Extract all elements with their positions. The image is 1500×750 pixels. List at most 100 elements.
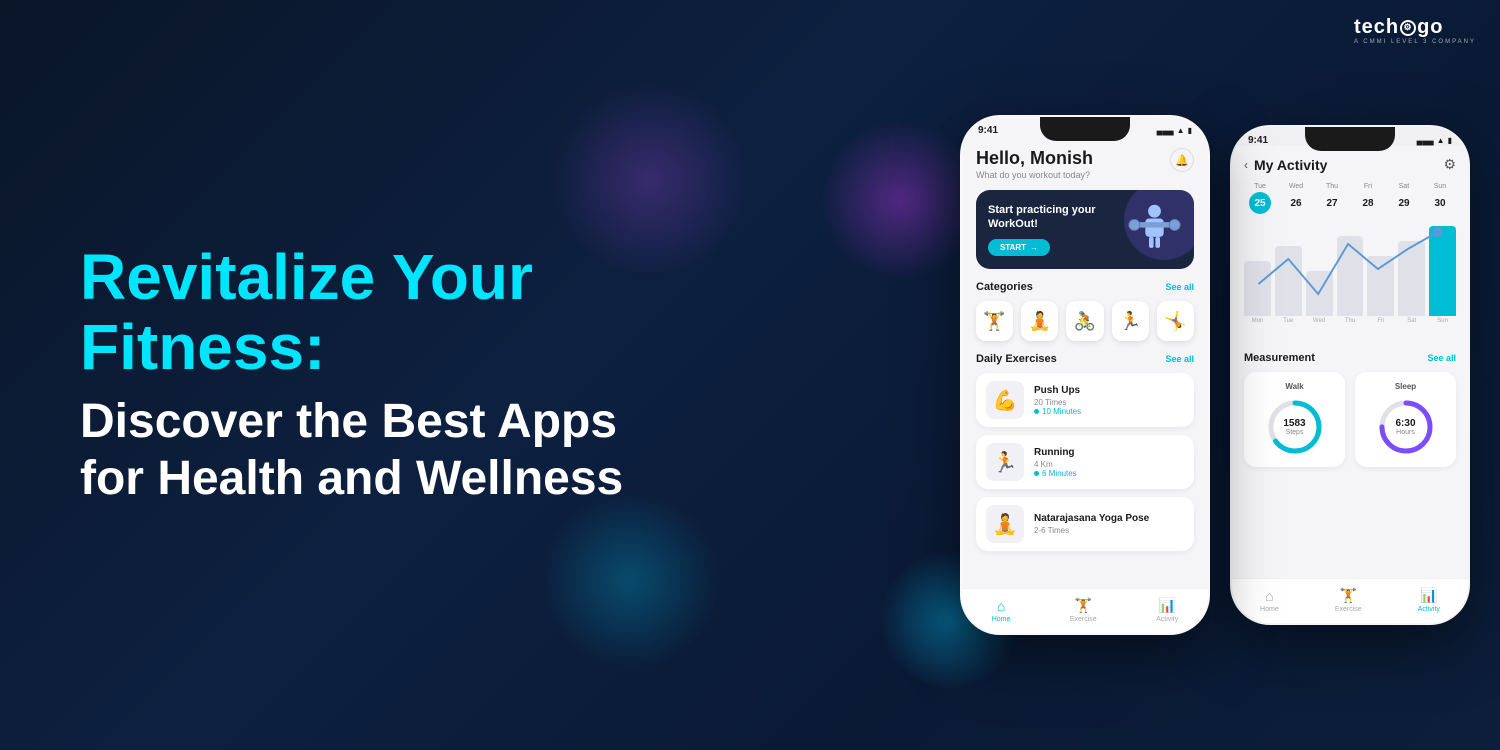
bar-mon-label: Mon xyxy=(1252,318,1264,324)
exercise-item-yoga[interactable]: 🧘 Natarajasana Yoga Pose 2-6 Times xyxy=(976,497,1194,551)
cal-day-sun[interactable]: Sun 30 xyxy=(1424,183,1456,214)
category-item-4[interactable]: 🏃 xyxy=(1112,301,1149,341)
banner-text: Start practicing your WorkOut! START → xyxy=(988,203,1119,257)
wifi-icon-2: ▲ xyxy=(1437,136,1445,145)
nav2-home[interactable]: ⌂ Home xyxy=(1260,588,1279,613)
walk-label: Walk xyxy=(1285,382,1303,391)
measurement-cards: Walk 1583 Steps xyxy=(1244,372,1456,467)
categories-title: Categories xyxy=(976,281,1033,293)
category-item-2[interactable]: 🧘 xyxy=(1021,301,1058,341)
home-icon: ⌂ xyxy=(997,598,1005,614)
sleep-label: Sleep xyxy=(1395,382,1416,391)
bar-fri-fill xyxy=(1367,256,1394,316)
nav2-exercise[interactable]: 🏋 Exercise xyxy=(1335,587,1362,613)
nav-home[interactable]: ⌂ Home xyxy=(992,598,1011,623)
exercise-info-yoga: Natarajasana Yoga Pose 2-6 Times xyxy=(1034,513,1184,535)
cal-day-name-thu: Thu xyxy=(1326,183,1338,190)
status-time-2: 9:41 xyxy=(1248,135,1268,146)
bar-thu-fill xyxy=(1337,236,1364,316)
cal-day-num-wed: 26 xyxy=(1285,192,1307,214)
settings-icon[interactable]: ⚙ xyxy=(1443,156,1456,173)
exercise-name-running: Running xyxy=(1034,447,1184,458)
status-icons-1: ▄▄▄ ▲ ▮ xyxy=(1157,126,1192,135)
categories-see-all[interactable]: See all xyxy=(1165,282,1194,292)
greeting-sub: What do you workout today? xyxy=(976,170,1093,180)
categories-header: Categories See all xyxy=(976,281,1194,293)
phone-1: 9:41 ▄▄▄ ▲ ▮ Hello, Monish What do you w… xyxy=(960,115,1210,635)
nav-home-label: Home xyxy=(992,616,1011,623)
bar-sat: Sat xyxy=(1398,224,1425,324)
cal-day-fri[interactable]: Fri 28 xyxy=(1352,183,1384,214)
exercises-header: Daily Exercises See all xyxy=(976,353,1194,365)
cal-day-sat[interactable]: Sat 29 xyxy=(1388,183,1420,214)
cal-day-name-sun: Sun xyxy=(1434,183,1446,190)
categories-row: 🏋️ 🧘 🚴 🏃 🤸 xyxy=(976,301,1194,341)
phone-1-header: Hello, Monish What do you workout today?… xyxy=(976,148,1194,180)
status-time-1: 9:41 xyxy=(978,125,998,136)
bar-mon-fill xyxy=(1244,261,1271,316)
category-item-3[interactable]: 🚴 xyxy=(1066,301,1103,341)
cal-day-name-sat: Sat xyxy=(1399,183,1410,190)
measurement-section: Measurement See all Walk 1583 xyxy=(1244,352,1456,467)
calendar-row: Tue 25 Wed 26 Thu 27 Fri 28 Sat 29 xyxy=(1244,183,1456,214)
nav2-exercise-label: Exercise xyxy=(1335,606,1362,613)
bar-tue-label: Tue xyxy=(1283,318,1293,324)
exercise-name-yoga: Natarajasana Yoga Pose xyxy=(1034,513,1184,524)
chart-bars: Mon Tue Wed Thu xyxy=(1244,224,1456,324)
phone-1-bottom-nav: ⌂ Home 🏋 Exercise 📊 Activity xyxy=(962,588,1208,633)
bar-thu-label: Thu xyxy=(1345,318,1355,324)
wifi-icon: ▲ xyxy=(1177,126,1185,135)
exercise-item-running[interactable]: 🏃 Running 4 Km 6 Minutes xyxy=(976,435,1194,489)
bg-decoration-2 xyxy=(540,490,720,670)
phone-2-content: ‹ My Activity ⚙ Tue 25 Wed 26 Thu 27 xyxy=(1232,146,1468,614)
nav2-activity-label: Activity xyxy=(1418,606,1440,613)
category-item-5[interactable]: 🤸 xyxy=(1157,301,1194,341)
nav-activity[interactable]: 📊 Activity xyxy=(1156,597,1178,623)
bar-sat-fill xyxy=(1398,241,1425,316)
exercise-icon: 🏋 xyxy=(1075,597,1092,614)
nav-exercise[interactable]: 🏋 Exercise xyxy=(1070,597,1097,623)
sleep-circle: 6:30 Hours xyxy=(1376,397,1436,457)
bg-decoration-3 xyxy=(820,120,980,280)
brand-tagline: A CMMI LEVEL 3 Company xyxy=(1354,39,1476,45)
cal-day-wed[interactable]: Wed 26 xyxy=(1280,183,1312,214)
bar-sat-label: Sat xyxy=(1407,318,1416,324)
activity-title: My Activity xyxy=(1254,157,1327,173)
bell-icon[interactable]: 🔔 xyxy=(1170,148,1194,172)
start-button[interactable]: START → xyxy=(988,239,1050,256)
battery-icon-2: ▮ xyxy=(1448,136,1452,145)
phone-2-header: ‹ My Activity ⚙ xyxy=(1244,156,1456,173)
back-arrow[interactable]: ‹ xyxy=(1244,158,1248,172)
measurement-sleep: Sleep 6:30 Hours xyxy=(1355,372,1456,467)
bar-tue-fill xyxy=(1275,246,1302,316)
banner-title: Start practicing your WorkOut! xyxy=(988,203,1119,232)
exercise-name-pushups: Push Ups xyxy=(1034,385,1184,396)
phone-1-notch xyxy=(1040,117,1130,141)
walk-value: 1583 Steps xyxy=(1283,418,1305,436)
cal-day-num-fri: 28 xyxy=(1357,192,1379,214)
cal-day-name-fri: Fri xyxy=(1364,183,1372,190)
exercise-thumb-running: 🏃 xyxy=(986,443,1024,481)
hero-headline-cyan: Revitalize Your Fitness: xyxy=(80,242,680,383)
exercise-item-pushups[interactable]: 💪 Push Ups 20 Times 10 Minutes xyxy=(976,373,1194,427)
cal-day-thu[interactable]: Thu 27 xyxy=(1316,183,1348,214)
bar-sun-label: Sun xyxy=(1437,318,1448,324)
back-title: ‹ My Activity xyxy=(1244,157,1327,173)
brand-name: tech⚙go xyxy=(1354,16,1476,39)
nav-exercise-label: Exercise xyxy=(1070,616,1097,623)
phone-2-bottom-nav: ⌂ Home 🏋 Exercise 📊 Activity xyxy=(1232,578,1468,623)
status-icons-2: ▄▄▄ ▲ ▮ xyxy=(1417,136,1452,145)
sleep-number: 6:30 xyxy=(1395,418,1415,429)
arrow-icon: → xyxy=(1030,243,1038,252)
exercise-detail-pushups: 20 Times xyxy=(1034,398,1184,407)
category-item-1[interactable]: 🏋️ xyxy=(976,301,1013,341)
measurement-see-all[interactable]: See all xyxy=(1427,353,1456,363)
cal-day-tue[interactable]: Tue 25 xyxy=(1244,183,1276,214)
phones-container: 9:41 ▄▄▄ ▲ ▮ Hello, Monish What do you w… xyxy=(960,115,1470,635)
nav2-activity[interactable]: 📊 Activity xyxy=(1418,587,1440,613)
bar-fri: Fri xyxy=(1367,224,1394,324)
bar-fri-label: Fri xyxy=(1377,318,1384,324)
exercise-detail-running: 4 Km xyxy=(1034,460,1184,469)
workout-banner: Start practicing your WorkOut! START → xyxy=(976,190,1194,269)
exercises-see-all[interactable]: See all xyxy=(1165,354,1194,364)
